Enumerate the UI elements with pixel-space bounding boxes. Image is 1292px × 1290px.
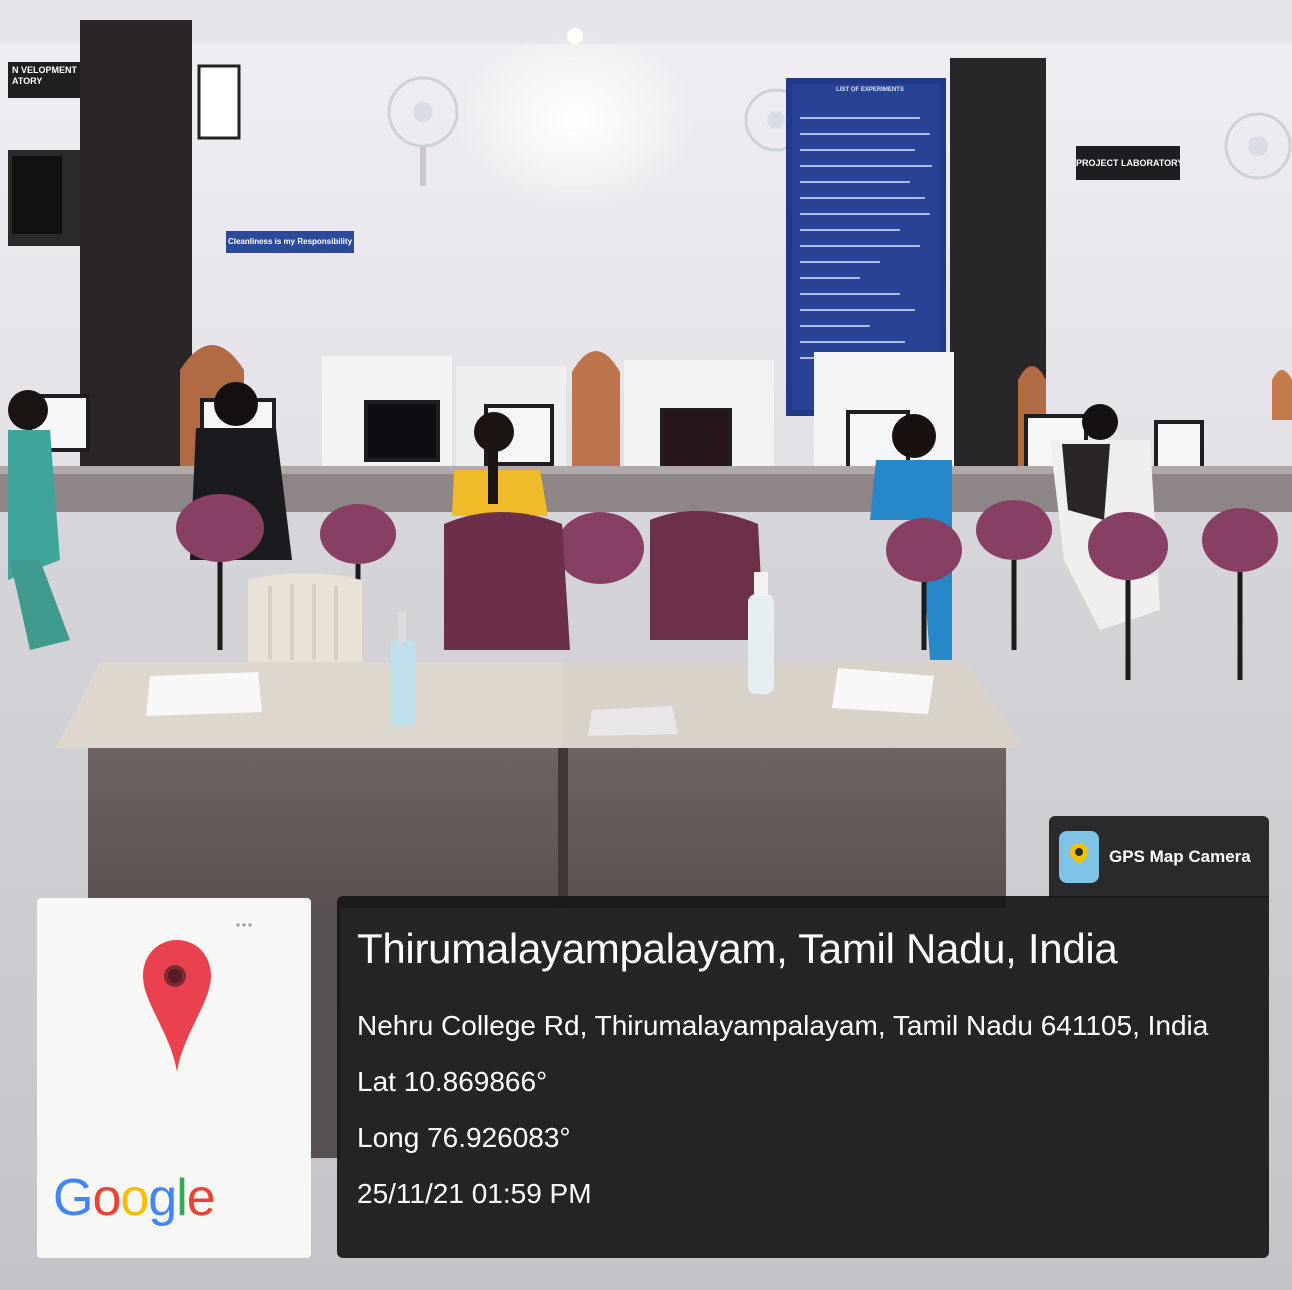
map-pin-icon	[143, 940, 211, 1072]
latitude-line: Lat 10.869866°	[357, 1066, 548, 1097]
google-logo-text: Google	[53, 1169, 216, 1227]
address-line: Nehru College Rd, Thirumalayampalayam, T…	[357, 1010, 1209, 1041]
google-logo: Google	[53, 1168, 216, 1228]
gps-map-camera-badge: GPS Map Camera	[1049, 816, 1269, 898]
longitude-line: Long 76.926083°	[357, 1122, 571, 1153]
wall-sign-cleanliness: Cleanliness is my Responsibility	[226, 231, 354, 253]
gps-map-camera-icon	[1059, 831, 1099, 883]
datetime-line: 25/11/21 01:59 PM	[357, 1178, 592, 1209]
app-name: GPS Map Camera	[1109, 847, 1251, 866]
google-logo-letter: g	[148, 1169, 177, 1227]
map-thumbnail: Google	[37, 898, 311, 1258]
google-logo-letter: o	[92, 1169, 121, 1227]
notice-board-heading: LIST OF EXPERIMENTS	[836, 87, 904, 93]
wall-sign-project-laboratory: PROJECT LABORATORY	[1076, 146, 1180, 180]
location-title: Thirumalayampalayam, Tamil Nadu, India	[357, 925, 1118, 972]
google-logo-letter: l	[176, 1169, 188, 1227]
map-dots-icon	[236, 923, 252, 927]
google-logo-letter: o	[120, 1169, 149, 1227]
google-logo-letter: G	[53, 1169, 93, 1227]
google-logo-letter: e	[186, 1169, 216, 1227]
location-info-panel: Thirumalayampalayam, Tamil Nadu, India N…	[337, 896, 1269, 1258]
wall-sign-development: N VELOPMENT ATORY	[8, 62, 80, 98]
